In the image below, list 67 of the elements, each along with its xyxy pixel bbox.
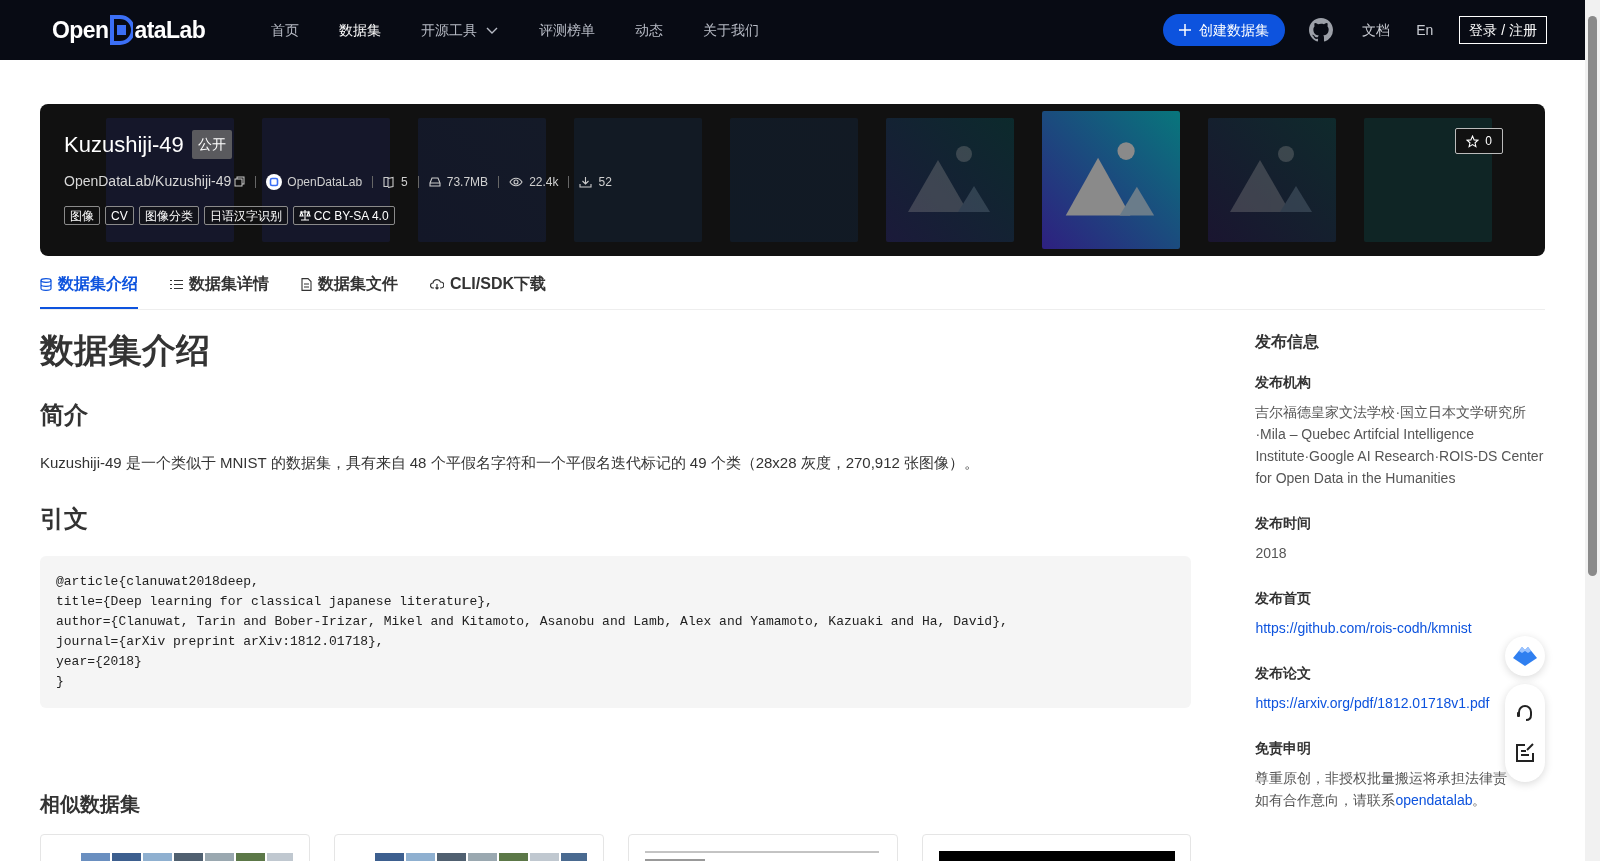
field-label: 发布首页 bbox=[1255, 589, 1312, 608]
create-dataset-button[interactable]: 创建数据集 bbox=[1163, 14, 1286, 46]
visibility-badge: 公开 bbox=[191, 130, 232, 159]
field-label: 发布时间 bbox=[1255, 514, 1312, 533]
section-heading: 相似数据集 bbox=[40, 792, 141, 817]
star-icon bbox=[1466, 134, 1480, 148]
link[interactable]: opendatalab bbox=[1395, 792, 1473, 808]
database-icon bbox=[40, 277, 52, 291]
summary-paragraph: Kuzushiji-49 是一个类似于 MNIST 的数据集，具有来自 48 个平假名字符和一个平假名迭代标记的 49 个类（28x28 灰度，270,912 张图像）。 bbox=[40, 453, 981, 473]
tag[interactable]: CV bbox=[105, 206, 134, 225]
field-value: 2018 bbox=[1255, 544, 1287, 563]
nav-link[interactable]: 评测榜单 bbox=[539, 19, 596, 41]
disclaimer-text: 尊重原创，非授权批量搬运将承担法律责 bbox=[1255, 769, 1509, 788]
tab[interactable]: 数据集文件 bbox=[301, 263, 398, 309]
dataset-title: Kuzushiji-49 bbox=[64, 131, 184, 159]
tab[interactable]: 数据集介绍 bbox=[40, 263, 138, 309]
eye-icon bbox=[509, 175, 524, 188]
download-icon bbox=[579, 175, 593, 188]
copy-icon[interactable] bbox=[234, 176, 246, 187]
login-button[interactable]: 登录 / 注册 bbox=[1459, 16, 1547, 44]
section-heading: 简介 bbox=[40, 400, 89, 430]
publisher-name[interactable]: OpenDataLab bbox=[287, 172, 363, 191]
nav-link[interactable]: 数据集 bbox=[339, 19, 382, 41]
scale-icon bbox=[298, 210, 311, 221]
logo[interactable]: Open ataLab bbox=[52, 12, 206, 48]
publisher-avatar-icon bbox=[266, 173, 283, 190]
tag[interactable]: 日语汉字识别 bbox=[203, 206, 288, 225]
assistant-button[interactable] bbox=[1505, 636, 1545, 676]
scrollbar[interactable] bbox=[1585, 0, 1600, 861]
field-label: 发布机构 bbox=[1255, 373, 1312, 392]
field-value: 吉尔福德皇家文法学校·国立日本文学研究所·Mila – Quebec Artifcial Intelligence Institute·Google AI Research·ROIS-DS Center for Open Data in the Humanities bbox=[1255, 403, 1545, 488]
cloud-icon bbox=[430, 278, 444, 290]
sidebar-title: 发布信息 bbox=[1255, 332, 1320, 352]
page-heading: 数据集介绍 bbox=[40, 330, 211, 371]
stat-value: 52 bbox=[598, 173, 612, 191]
tag[interactable]: 图像 bbox=[64, 206, 100, 225]
nav-link[interactable]: 文档 bbox=[1362, 19, 1391, 41]
citation-code-block: @article{clanuwat2018deep, title={Deep learning for classical japanese literature}, author={Clanuwat, Tarin and Bober-Irizar, Mikel and Kitamoto, Asanobu and Lamb, Alex and Yamamoto, Kazuaki and Ha, David}, journal={arXiv preprint arXiv:1812.01718}, year={2018} } bbox=[40, 556, 1192, 708]
section-heading: 引文 bbox=[40, 504, 89, 534]
document-icon bbox=[301, 277, 312, 291]
dataset-path: OpenDataLab/Kuzushiji-49 bbox=[64, 172, 232, 191]
stat-value: 5 bbox=[401, 173, 408, 191]
tab[interactable]: CLI/SDK下载 bbox=[430, 263, 546, 309]
github-icon[interactable] bbox=[1309, 18, 1334, 42]
list-icon bbox=[170, 278, 183, 290]
star-button[interactable]: 0 bbox=[1455, 128, 1503, 154]
stat-value: 22.4k bbox=[529, 173, 559, 191]
book-icon bbox=[383, 175, 396, 188]
hard-drive-icon bbox=[428, 175, 441, 188]
disclaimer-text: 如有合作意向，请联系opendatalab。 bbox=[1255, 791, 1487, 810]
edit-note-icon[interactable] bbox=[1515, 743, 1535, 763]
tag[interactable]: 图像分类 bbox=[138, 206, 199, 225]
nav-link[interactable]: 首页 bbox=[271, 19, 300, 41]
nav-link[interactable]: En bbox=[1416, 19, 1434, 41]
stat-value: 73.7MB bbox=[446, 173, 489, 191]
tab[interactable]: 数据集详情 bbox=[170, 263, 269, 309]
plus-icon bbox=[1179, 24, 1192, 36]
link[interactable]: https://arxiv.org/pdf/1812.01718v1.pdf bbox=[1255, 692, 1490, 714]
nav-link[interactable]: 开源工具 bbox=[421, 19, 500, 41]
license-tag[interactable]: CC BY-SA 4.0 bbox=[292, 206, 395, 225]
headset-icon[interactable] bbox=[1515, 703, 1535, 723]
nav-link[interactable]: 动态 bbox=[635, 19, 664, 41]
field-label: 免责申明 bbox=[1255, 739, 1312, 758]
field-label: 发布论文 bbox=[1255, 664, 1312, 683]
nav-link[interactable]: 关于我们 bbox=[703, 19, 760, 41]
link[interactable]: https://github.com/rois-codh/kmnist bbox=[1255, 617, 1472, 639]
mountain-icon bbox=[1512, 645, 1538, 667]
